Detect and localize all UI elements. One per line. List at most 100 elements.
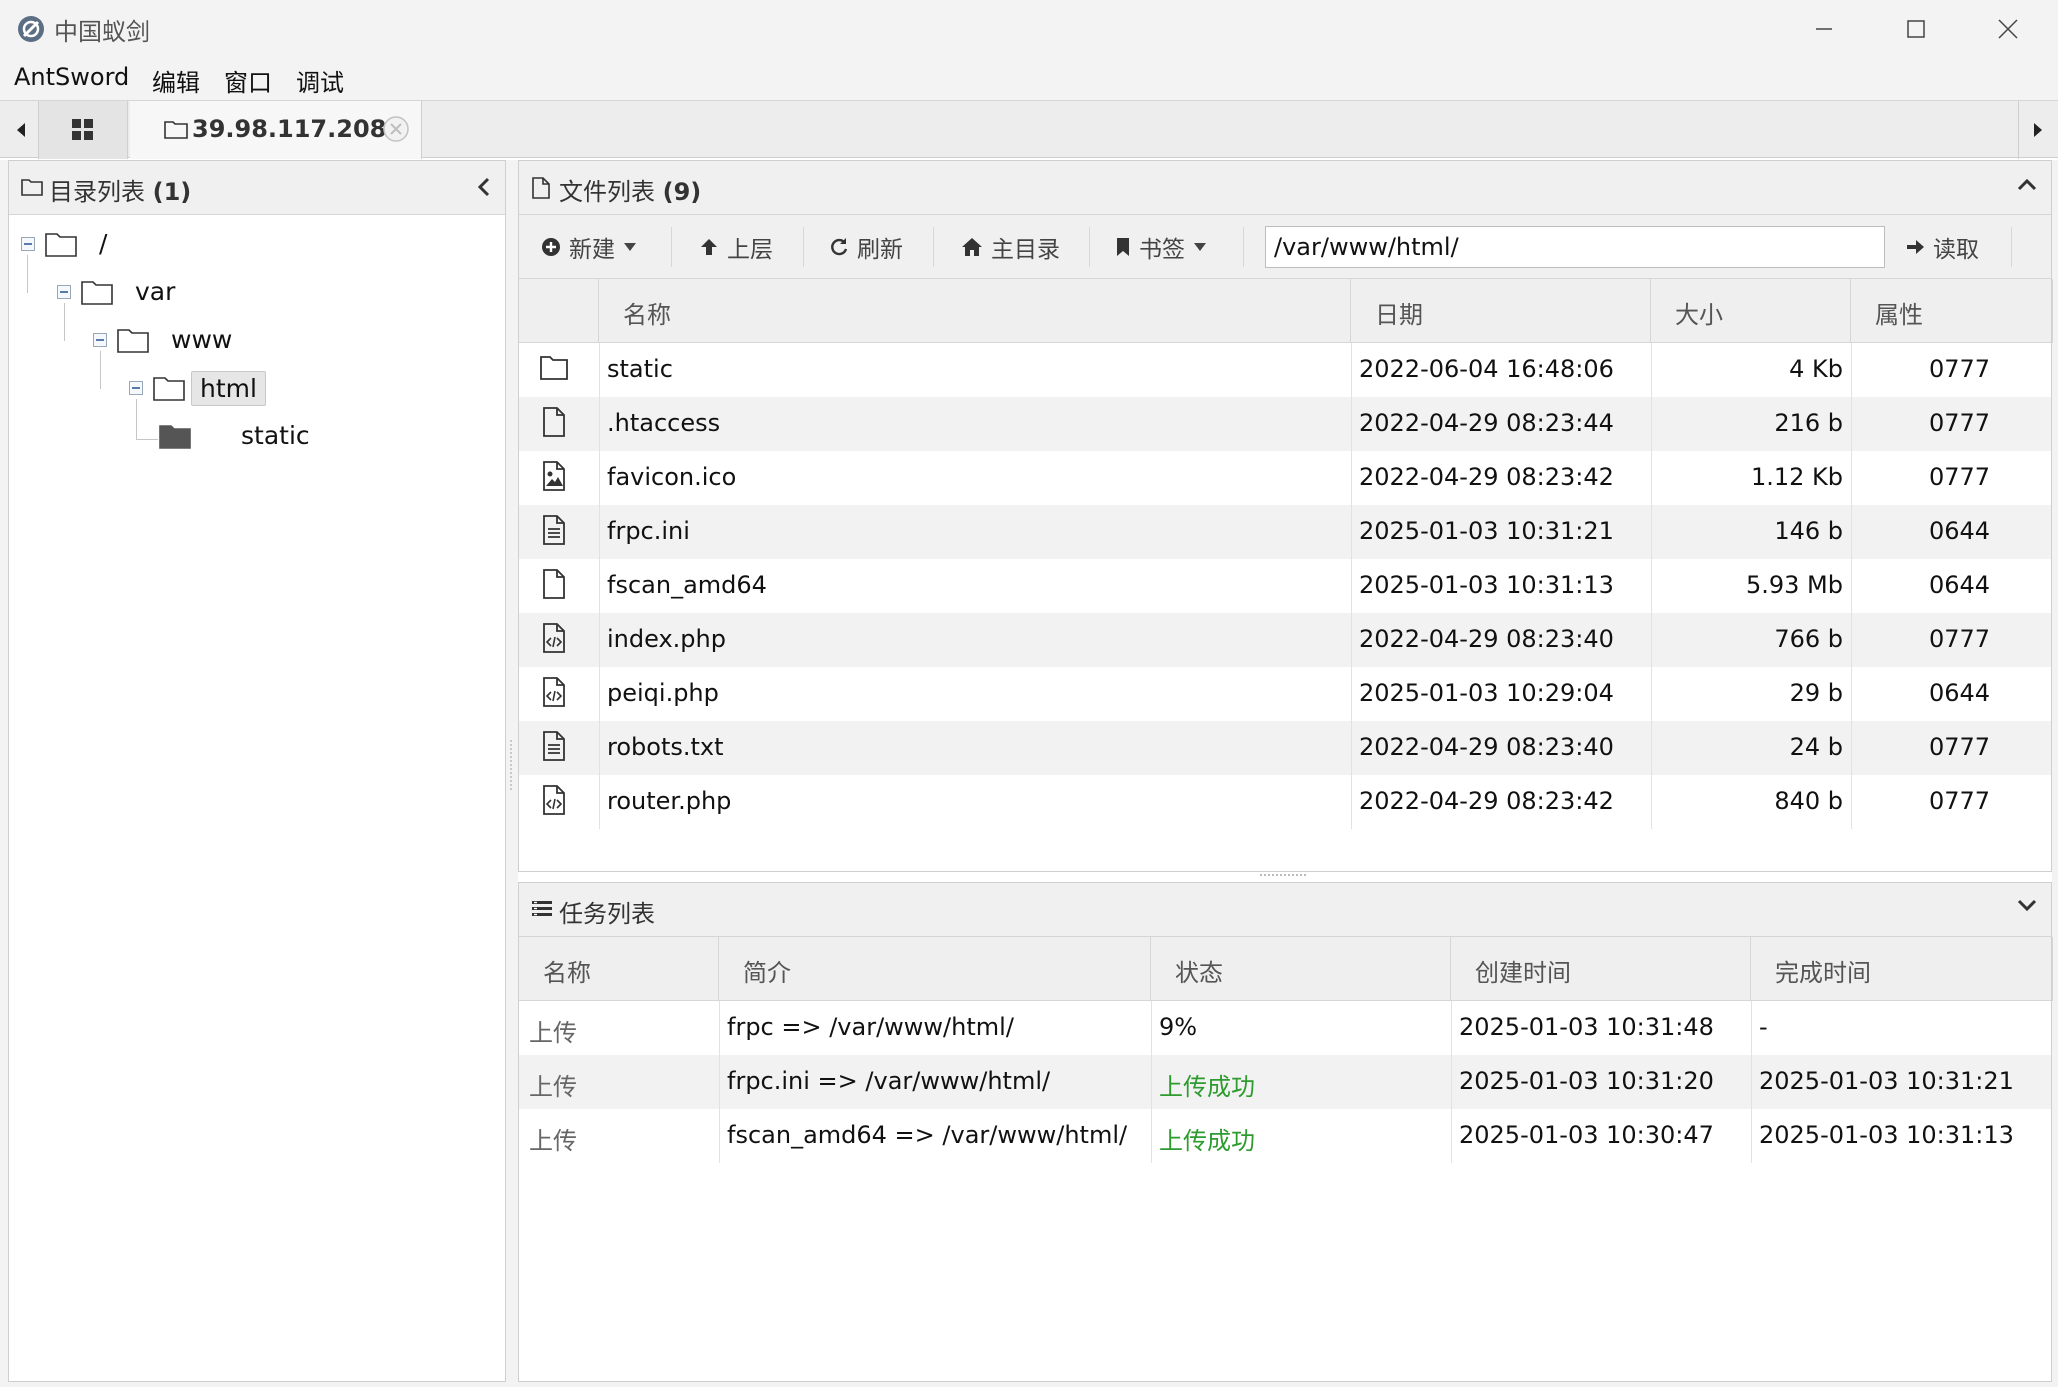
new-button[interactable]: 新建 xyxy=(541,229,637,265)
file-row[interactable]: frpc.ini 2025-01-03 10:31:21 146 b 0644 xyxy=(519,505,2051,559)
tree-node-html[interactable]: html xyxy=(125,367,325,407)
file-row[interactable]: robots.txt 2022-04-29 08:23:40 24 b 0777 xyxy=(519,721,2051,775)
tree-collapse-toggle[interactable] xyxy=(57,285,71,299)
tree-collapse-toggle[interactable] xyxy=(21,237,35,251)
task-status: 上传成功 xyxy=(1159,1127,1255,1155)
file-icon xyxy=(543,407,565,437)
file-date: 2025-01-03 10:31:21 xyxy=(1359,517,1614,545)
file-toolbar: 新建 上层 刷新 主目录 书签 读取 xyxy=(519,215,2051,279)
arrow-right-icon xyxy=(1907,240,1924,254)
file-permission: 0777 xyxy=(1929,355,1991,383)
refresh-button[interactable]: 刷新 xyxy=(829,229,903,265)
chevron-down-icon[interactable] xyxy=(2017,899,2037,913)
task-kind: 上传 xyxy=(529,1073,577,1101)
folder-icon xyxy=(117,329,149,353)
file-row[interactable]: peiqi.php 2025-01-03 10:29:04 29 b 0644 xyxy=(519,667,2051,721)
bookmark-icon xyxy=(1117,238,1129,256)
column-task-created[interactable]: 创建时间 xyxy=(1451,937,1751,1001)
task-list-icon xyxy=(532,901,552,916)
directory-count: (1) xyxy=(152,178,192,206)
tree-collapse-toggle[interactable] xyxy=(129,381,143,395)
file-row[interactable]: index.php 2022-04-29 08:23:40 766 b 0777 xyxy=(519,613,2051,667)
file-permission: 0644 xyxy=(1929,517,1991,545)
task-row[interactable]: 上传 fscan_amd64 => /var/www/html/上传成功 2025-… xyxy=(519,1109,2051,1163)
column-attr[interactable]: 属性 xyxy=(1851,279,2053,343)
file-list-panel: 文件列表 (9) 新建 上层 刷新 主目录 书签 /var/www/html/ … xyxy=(518,160,2053,872)
column-date[interactable]: 日期 xyxy=(1351,279,1651,343)
file-row[interactable]: favicon.ico 2022-04-29 08:23:42 1.12 Kb 077… xyxy=(519,451,2051,505)
bookmark-button[interactable]: 书签 xyxy=(1115,229,1207,265)
maximize-button[interactable] xyxy=(1870,0,1962,58)
vertical-splitter-handle[interactable] xyxy=(510,740,512,790)
caret-right-icon xyxy=(2034,123,2042,137)
file-size: 840 b xyxy=(1774,787,1843,815)
tree-node-www[interactable]: www xyxy=(89,319,289,359)
path-input[interactable] xyxy=(1265,226,1885,268)
minimize-button[interactable] xyxy=(1778,0,1870,58)
tab-shell-session[interactable]: 39.98.117.208 xyxy=(130,101,422,159)
tab-close-icon[interactable] xyxy=(382,115,410,143)
column-task-desc[interactable]: 简介 xyxy=(719,937,1151,1001)
refresh-label: 刷新 xyxy=(857,237,903,263)
close-icon xyxy=(1998,19,2018,39)
close-window-button[interactable] xyxy=(1962,0,2054,58)
file-name: robots.txt xyxy=(607,733,724,761)
file-name: static xyxy=(607,355,673,383)
column-task-name[interactable]: 名称 xyxy=(519,937,719,1001)
file-date: 2022-04-29 08:23:42 xyxy=(1359,787,1614,815)
file-size: 5.93 Mb xyxy=(1745,571,1843,599)
tab-home[interactable] xyxy=(38,101,128,159)
menu-antsword[interactable]: AntSword xyxy=(14,63,129,91)
file-row[interactable]: router.php 2022-04-29 08:23:42 840 b 0777 xyxy=(519,775,2051,829)
menu-edit[interactable]: 编辑 xyxy=(152,63,200,98)
home-dir-button[interactable]: 主目录 xyxy=(961,229,1060,265)
folder-filled-icon xyxy=(159,425,191,449)
directory-panel-header: 目录列表 (1) xyxy=(9,161,505,215)
tree-node-static[interactable]: static xyxy=(159,415,359,455)
directory-panel: 目录列表 (1) / var www html static xyxy=(8,160,506,1382)
task-finished-time: - xyxy=(1759,1013,1768,1041)
column-task-finished[interactable]: 完成时间 xyxy=(1751,937,2053,1001)
file-count: (9) xyxy=(662,178,702,206)
minimize-icon xyxy=(1816,28,1832,30)
task-row[interactable]: 上传 frpc.ini => /var/www/html/上传成功 2025-01-… xyxy=(519,1055,2051,1109)
tab-scroll-right-button[interactable] xyxy=(2018,101,2058,159)
file-permission: 0644 xyxy=(1929,679,1991,707)
task-list-panel: 任务列表 名称 简介 状态 创建时间 完成时间 上传 frpc => /var/w… xyxy=(518,882,2053,1382)
column-size[interactable]: 大小 xyxy=(1651,279,1851,343)
file-list-title: 文件列表 (9) xyxy=(559,172,701,207)
task-list-title: 任务列表 xyxy=(559,900,655,928)
arrow-up-icon xyxy=(701,239,717,255)
column-task-status[interactable]: 状态 xyxy=(1151,937,1451,1001)
chevron-up-icon[interactable] xyxy=(2017,177,2037,191)
tree-node-var[interactable]: var xyxy=(53,271,253,311)
file-name: .htaccess xyxy=(607,409,721,437)
collapse-left-icon[interactable] xyxy=(477,177,491,197)
file-permission: 0777 xyxy=(1929,733,1991,761)
file-grid-header: 名称 日期 大小 属性 xyxy=(519,279,2053,343)
tab-scroll-left-button[interactable] xyxy=(4,101,38,159)
plus-circle-icon xyxy=(542,238,560,256)
up-level-button[interactable]: 上层 xyxy=(699,229,773,265)
file-row[interactable]: .htaccess 2022-04-29 08:23:44 216 b 0777 xyxy=(519,397,2051,451)
code-file-icon xyxy=(543,623,565,653)
file-row[interactable]: static 2022-06-04 16:48:06 4 Kb 0777 xyxy=(519,343,2051,397)
task-status: 9% xyxy=(1159,1013,1198,1041)
task-created-time: 2025-01-03 10:31:48 xyxy=(1459,1013,1714,1041)
antsword-logo-icon xyxy=(18,16,44,42)
file-date: 2025-01-03 10:29:04 xyxy=(1359,679,1614,707)
new-label: 新建 xyxy=(569,237,615,263)
task-finished-time: 2025-01-03 10:31:13 xyxy=(1759,1121,2014,1149)
task-row[interactable]: 上传 frpc => /var/www/html/9% 2025-01-03 10:… xyxy=(519,1001,2051,1055)
menu-window[interactable]: 窗口 xyxy=(224,63,272,98)
column-name[interactable]: 名称 xyxy=(599,279,1351,343)
image-file-icon xyxy=(543,461,565,491)
tree-collapse-toggle[interactable] xyxy=(93,333,107,347)
horizontal-splitter-handle[interactable] xyxy=(1260,874,1306,878)
grid-icon xyxy=(72,119,93,140)
menu-debug[interactable]: 调试 xyxy=(296,63,344,98)
file-date: 2022-04-29 08:23:40 xyxy=(1359,625,1614,653)
file-row[interactable]: fscan_amd64 2025-01-03 10:31:13 5.93 Mb 064… xyxy=(519,559,2051,613)
read-button[interactable]: 读取 xyxy=(1905,229,1979,265)
tree-node-root[interactable]: / xyxy=(17,223,217,263)
